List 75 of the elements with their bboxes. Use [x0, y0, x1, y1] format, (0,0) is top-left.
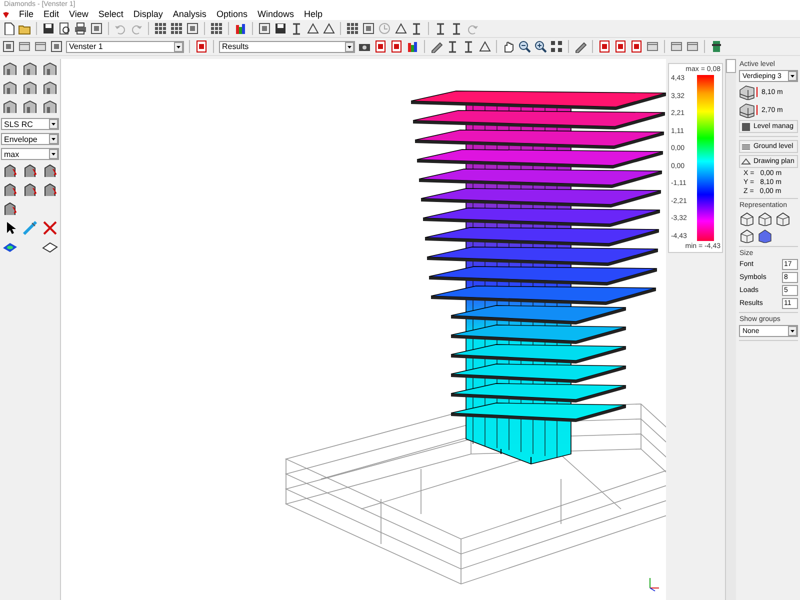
building-view-icon[interactable]: [775, 211, 790, 226]
frame-icon[interactable]: [362, 22, 375, 35]
window-dropdown[interactable]: Venster 1: [66, 40, 184, 52]
menu-item[interactable]: View: [68, 9, 90, 20]
pencil-icon[interactable]: [430, 40, 443, 53]
print-preview-icon[interactable]: [58, 22, 71, 35]
document-icon[interactable]: [374, 40, 387, 53]
window-icon[interactable]: [646, 40, 659, 53]
color-chart-icon[interactable]: [406, 40, 419, 53]
level-frame-icon: [739, 102, 760, 118]
grid-icon[interactable]: [154, 22, 167, 35]
drawing-canvas[interactable]: [61, 59, 666, 600]
column-icon[interactable]: [410, 22, 423, 35]
building-view-icon[interactable]: [757, 211, 772, 226]
window-icon[interactable]: [18, 40, 31, 53]
building-result-icon[interactable]: [22, 182, 38, 198]
level-frame-icon: [739, 84, 760, 100]
column-icon[interactable]: [290, 22, 303, 35]
column-icon[interactable]: [446, 40, 459, 53]
column-icon[interactable]: [434, 22, 447, 35]
fit-view-icon[interactable]: [550, 40, 563, 53]
pencil-icon[interactable]: [574, 40, 587, 53]
new-file-icon[interactable]: [2, 22, 15, 35]
results-dropdown[interactable]: Results: [219, 40, 355, 52]
save-icon[interactable]: [274, 22, 287, 35]
menu-item[interactable]: Windows: [256, 9, 295, 20]
window-icon[interactable]: [686, 40, 699, 53]
frame-icon[interactable]: [90, 22, 103, 35]
building-result-icon[interactable]: [2, 182, 18, 198]
building-view-icon[interactable]: [757, 228, 772, 243]
plane-icon: [741, 157, 752, 166]
frame-icon[interactable]: [50, 40, 63, 53]
window-icon[interactable]: [670, 40, 683, 53]
combination-dropdown[interactable]: max: [1, 148, 59, 160]
column-icon[interactable]: [462, 40, 475, 53]
grid-icon[interactable]: [346, 22, 359, 35]
frame-icon[interactable]: [2, 40, 15, 53]
building-view-icon[interactable]: [739, 228, 754, 243]
save-icon[interactable]: [42, 22, 55, 35]
menu-item[interactable]: Edit: [42, 9, 60, 20]
stack-icon[interactable]: [710, 40, 723, 53]
vertical-scrollbar[interactable]: [725, 59, 736, 600]
print-icon[interactable]: [74, 22, 87, 35]
menu-item[interactable]: Display: [132, 9, 164, 20]
frame-icon[interactable]: [186, 22, 199, 35]
building-result-icon[interactable]: [42, 182, 58, 198]
color-chart-icon[interactable]: [234, 22, 247, 35]
building-result-icon[interactable]: [2, 163, 18, 179]
menu-item[interactable]: File: [18, 9, 35, 20]
document-icon[interactable]: [614, 40, 627, 53]
grid-icon[interactable]: [170, 22, 183, 35]
combination-dropdown[interactable]: Envelope: [1, 133, 59, 145]
column-icon[interactable]: [450, 22, 463, 35]
zoom-out-icon[interactable]: [518, 40, 531, 53]
document-icon[interactable]: [390, 40, 403, 53]
document-icon[interactable]: [195, 40, 208, 53]
cross-icon[interactable]: [42, 220, 58, 236]
building-view-icon[interactable]: [739, 211, 754, 226]
menu-item[interactable]: Help: [302, 9, 324, 20]
combination-dropdown[interactable]: SLS RC: [1, 118, 59, 130]
frame-icon[interactable]: [258, 22, 271, 35]
scrollbar-thumb[interactable]: [726, 59, 736, 73]
zoom-in-icon[interactable]: [534, 40, 547, 53]
building-result-icon[interactable]: [22, 163, 38, 179]
building-result-icon[interactable]: [2, 201, 18, 217]
menu-item[interactable]: Analysis: [172, 9, 208, 20]
document-icon[interactable]: [598, 40, 611, 53]
grid-lines-icon: [741, 142, 752, 151]
window-icon[interactable]: [34, 40, 47, 53]
menu-item[interactable]: Select: [97, 9, 124, 20]
grid-icon[interactable]: [210, 22, 223, 35]
building-result-icon[interactable]: [42, 163, 58, 179]
pan-hand-icon[interactable]: [502, 40, 515, 53]
menu-item[interactable]: Options: [215, 9, 248, 20]
document-icon[interactable]: [630, 40, 643, 53]
